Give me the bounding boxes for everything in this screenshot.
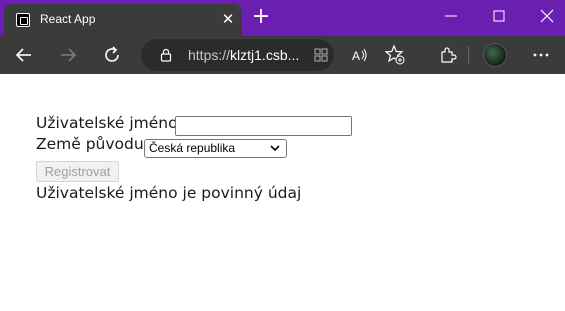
validation-error-message: Uživatelské jméno je povinný údaj [36, 184, 302, 202]
extensions-icon[interactable] [434, 41, 462, 69]
back-arrow-icon[interactable] [10, 41, 38, 69]
url-host: klztj1.csb... [230, 47, 300, 63]
more-options-icon[interactable] [527, 41, 555, 69]
forward-arrow-icon[interactable] [54, 41, 82, 69]
toolbar-divider [468, 46, 469, 64]
refresh-icon[interactable] [98, 41, 126, 69]
tab-title: React App [40, 12, 96, 26]
username-input[interactable] [175, 116, 352, 136]
close-window-icon[interactable] [535, 4, 559, 28]
app-available-icon[interactable] [307, 41, 335, 69]
url-text[interactable]: https://klztj1.csb... [188, 47, 299, 63]
browser-toolbar: https://klztj1.csb... A [0, 36, 565, 74]
country-selected-value: Česká republika [149, 141, 236, 155]
username-row: Uživatelské jméno: [36, 114, 183, 135]
maximize-icon[interactable] [487, 4, 511, 28]
address-bar[interactable]: https://klztj1.csb... [141, 39, 334, 71]
profile-avatar[interactable] [483, 43, 507, 67]
react-app-favicon-icon [16, 13, 30, 27]
add-favorite-icon[interactable] [381, 41, 409, 69]
new-tab-button[interactable]: + [250, 6, 272, 28]
registration-form: Uživatelské jméno: Země původu: Česká re… [36, 114, 352, 202]
country-label: Země původu: [36, 135, 149, 153]
read-aloud-icon[interactable]: A [345, 41, 373, 69]
register-button[interactable]: Registrovat [36, 161, 119, 182]
chevron-down-icon [270, 145, 280, 152]
tab-close-button[interactable]: ✕ [218, 9, 238, 29]
username-label: Uživatelské jméno: [36, 114, 183, 132]
url-scheme: https:// [188, 47, 231, 63]
minimize-icon[interactable] [439, 4, 463, 28]
browser-tab[interactable]: React App ✕ [4, 4, 242, 36]
country-select[interactable]: Česká republika [144, 139, 287, 158]
title-bar: React App ✕ + [0, 0, 565, 36]
lock-icon[interactable] [159, 48, 173, 62]
svg-text:A: A [352, 49, 360, 63]
